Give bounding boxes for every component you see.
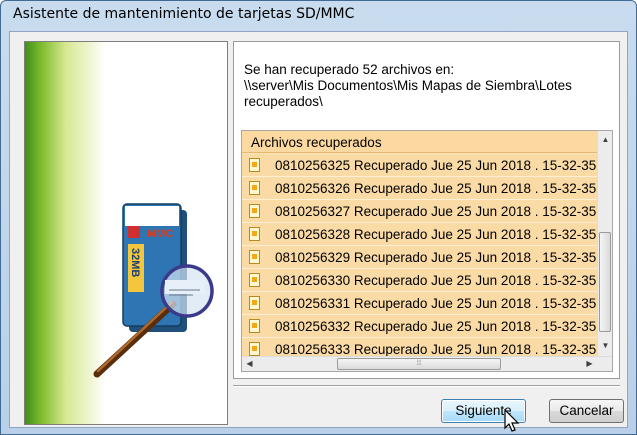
- file-icon: [249, 319, 260, 333]
- list-item[interactable]: 0810256327 Recuperado Jue 25 Jun 2018 . …: [242, 200, 612, 223]
- list-item-label: 0810256331 Recuperado Jue 25 Jun 2018 . …: [275, 296, 613, 311]
- file-icon: [249, 296, 260, 310]
- list-item-label: 0810256333 Recuperado Jue 25 Jun 2018 . …: [275, 342, 613, 357]
- list-item-label: 0810256329 Recuperado Jue 25 Jun 2018 . …: [275, 250, 613, 265]
- scroll-down-icon[interactable]: ▼: [598, 341, 612, 350]
- recovery-message: Se han recuperado 52 archivos en: \\serv…: [244, 62, 616, 110]
- message-count: Se han recuperado 52 archivos en:: [244, 62, 455, 77]
- button-separator: [233, 385, 620, 387]
- vertical-scroll-thumb[interactable]: [599, 232, 611, 332]
- card-capacity: 32MB: [129, 248, 141, 277]
- file-icon: [249, 204, 260, 218]
- scroll-right-icon[interactable]: ▶: [582, 359, 597, 368]
- file-icon: [249, 181, 260, 195]
- list-item-label: 0810256325 Recuperado Jue 25 Jun 2018 . …: [275, 158, 613, 173]
- file-icon: [249, 158, 260, 172]
- list-item-label: 0810256326 Recuperado Jue 25 Jun 2018 . …: [275, 181, 613, 196]
- list-item[interactable]: 0810256326 Recuperado Jue 25 Jun 2018 . …: [242, 177, 612, 200]
- list-item-label: 0810256332 Recuperado Jue 25 Jun 2018 . …: [275, 319, 613, 334]
- file-icon: [249, 342, 260, 356]
- dialog-client-area: MMC 32MB Se han recuperado 52 archivos e…: [9, 31, 628, 428]
- list-item-label: 0810256328 Recuperado Jue 25 Jun 2018 . …: [275, 227, 613, 242]
- message-path-end: recuperados\: [244, 94, 323, 109]
- cursor-icon: [504, 409, 520, 432]
- cancel-button[interactable]: Cancelar: [549, 399, 624, 423]
- message-path: \\server\Mis Documentos\Mis Mapas de Sie…: [244, 78, 572, 93]
- list-item[interactable]: 0810256331 Recuperado Jue 25 Jun 2018 . …: [242, 292, 612, 315]
- horizontal-scroll-thumb[interactable]: ⦙⦙⦙: [337, 358, 501, 370]
- recovered-files-list[interactable]: Archivos recuperados 0810256325 Recupera…: [241, 130, 613, 372]
- wizard-side-image: MMC 32MB: [24, 41, 228, 425]
- mmc-card-illustration: MMC 32MB: [93, 203, 214, 378]
- list-item[interactable]: 0810256325 Recuperado Jue 25 Jun 2018 . …: [242, 154, 612, 177]
- file-icon: [249, 273, 260, 287]
- list-column-header[interactable]: Archivos recuperados: [242, 131, 599, 153]
- file-icon: [249, 227, 260, 241]
- card-label: MMC: [147, 228, 173, 240]
- list-item[interactable]: 0810256329 Recuperado Jue 25 Jun 2018 . …: [242, 246, 612, 269]
- list-item-label: 0810256330 Recuperado Jue 25 Jun 2018 . …: [275, 273, 613, 288]
- scroll-up-icon[interactable]: ▲: [598, 135, 612, 144]
- list-item[interactable]: 0810256330 Recuperado Jue 25 Jun 2018 . …: [242, 269, 612, 292]
- wizard-window: Asistente de mantenimiento de tarjetas S…: [0, 0, 637, 435]
- list-item-label: 0810256327 Recuperado Jue 25 Jun 2018 . …: [275, 204, 613, 219]
- horizontal-scrollbar[interactable]: ◀ ⦙⦙⦙ ▶: [242, 356, 612, 371]
- vertical-scrollbar[interactable]: ▲ ▼: [597, 131, 612, 356]
- list-item[interactable]: 0810256332 Recuperado Jue 25 Jun 2018 . …: [242, 315, 612, 338]
- content-panel: Se han recuperado 52 archivos en: \\serv…: [233, 41, 620, 379]
- scroll-left-icon[interactable]: ◀: [242, 359, 257, 368]
- title-bar[interactable]: Asistente de mantenimiento de tarjetas S…: [1, 1, 636, 29]
- file-icon: [249, 250, 260, 264]
- list-item[interactable]: 0810256328 Recuperado Jue 25 Jun 2018 . …: [242, 223, 612, 246]
- window-title: Asistente de mantenimiento de tarjetas S…: [13, 6, 355, 22]
